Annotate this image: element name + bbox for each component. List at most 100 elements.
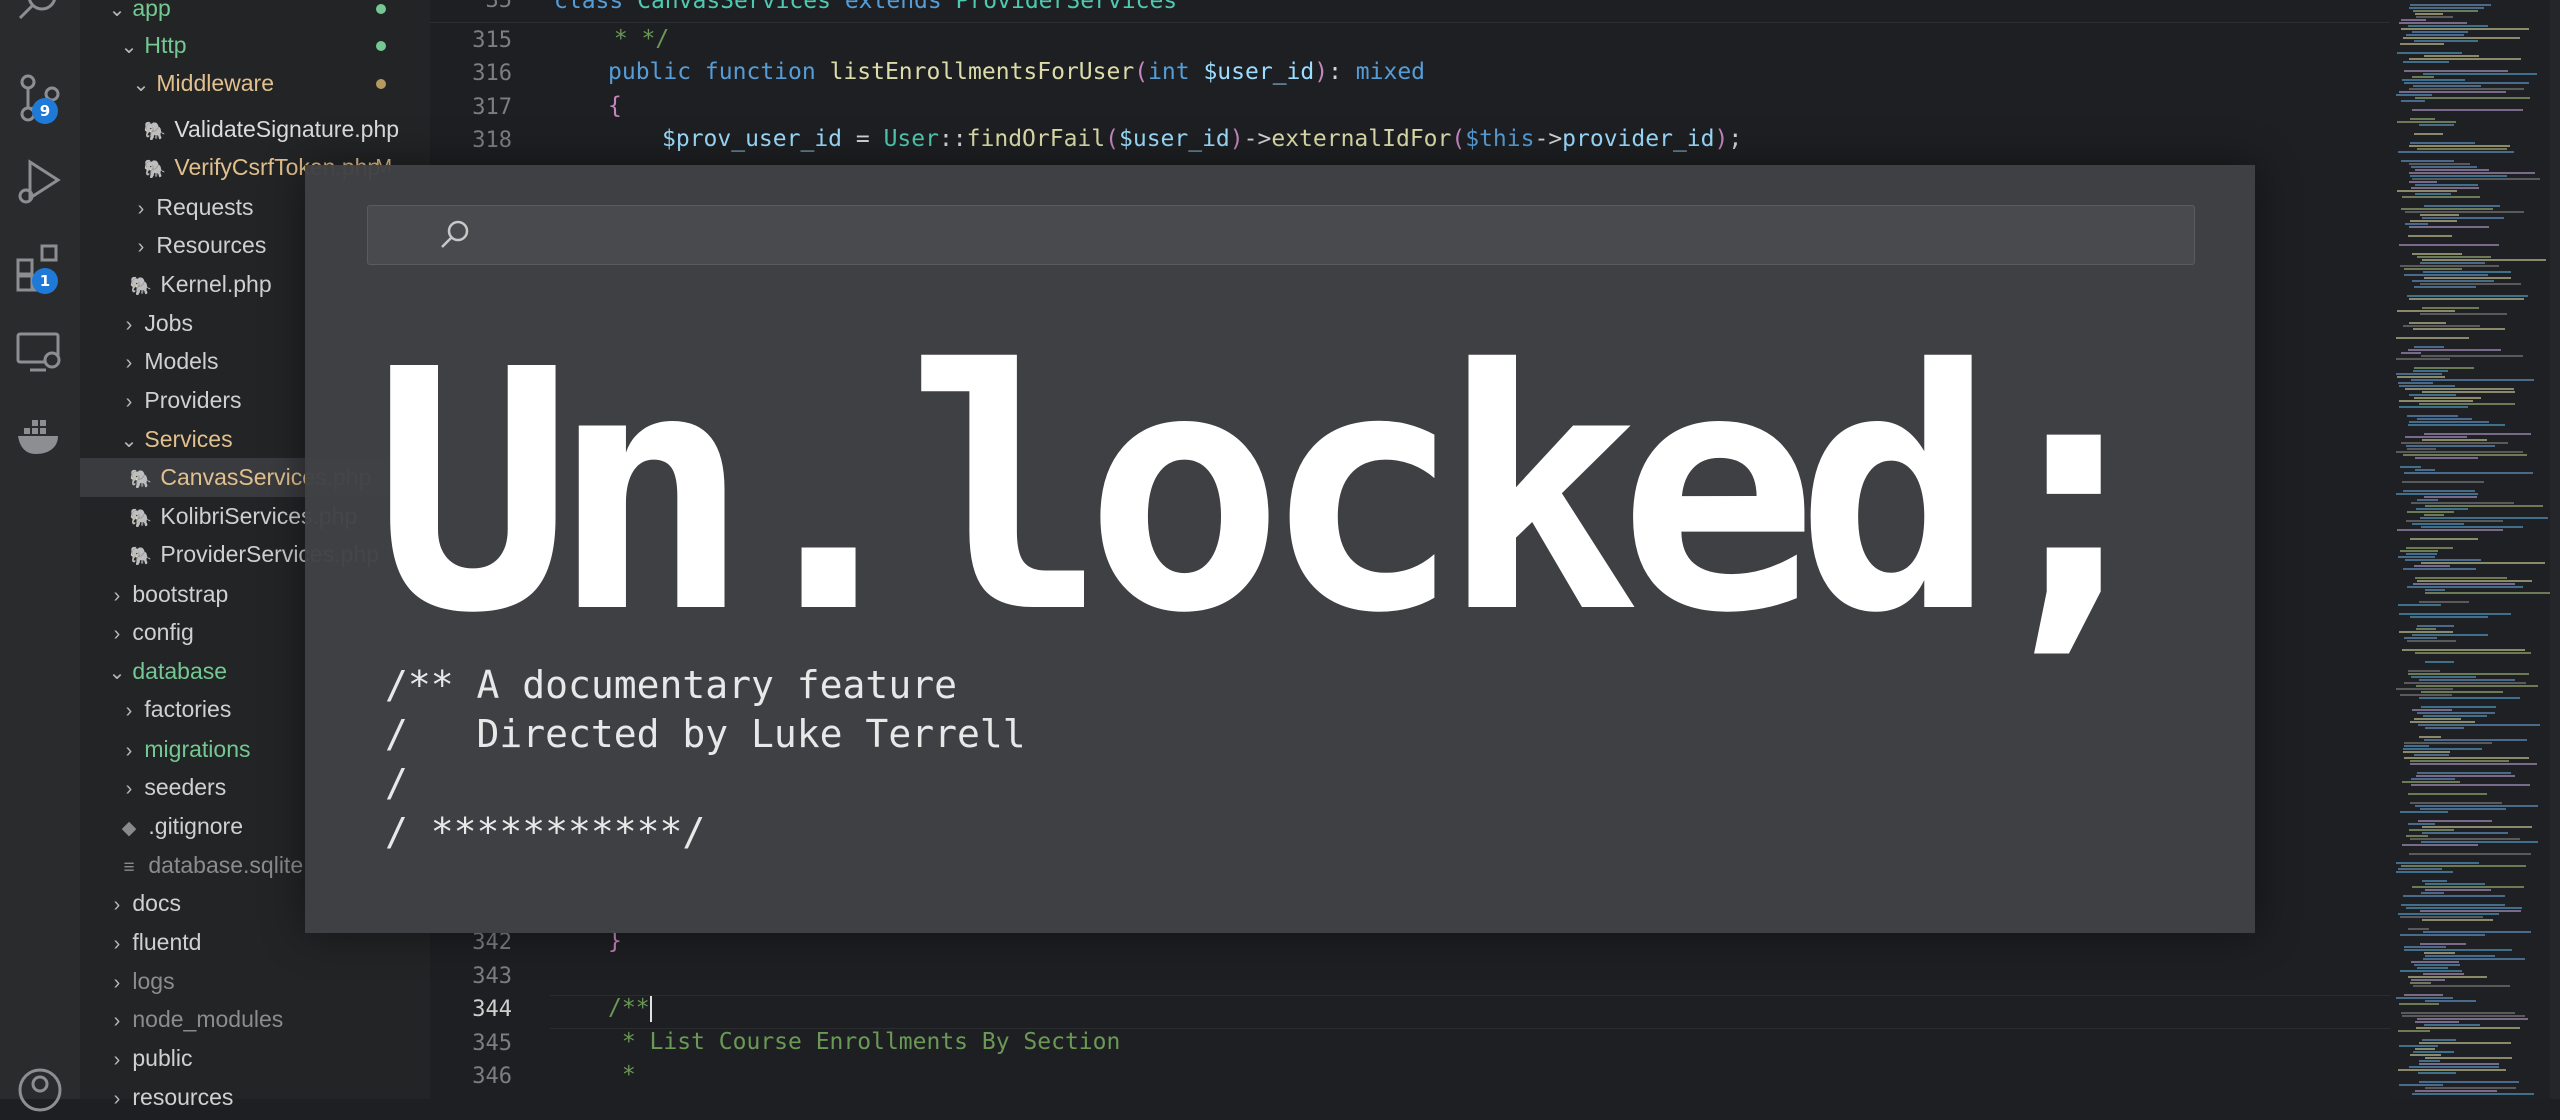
php-file-icon: 🐘	[143, 121, 167, 141]
tree-item[interactable]: › logs	[80, 962, 430, 1001]
minimap-line	[2418, 820, 2492, 822]
minimap-line	[2412, 178, 2540, 180]
minimap-line	[2399, 1003, 2439, 1005]
minimap-line	[2414, 397, 2481, 399]
minimap-line	[2405, 388, 2514, 390]
tree-item[interactable]: ⌄ Http	[80, 26, 430, 65]
minimap-line	[2422, 826, 2532, 828]
minimap-line	[2405, 223, 2428, 225]
minimap-line	[2401, 160, 2454, 162]
search-icon[interactable]	[14, 0, 66, 30]
minimap-line	[2410, 538, 2478, 540]
minimap-line	[2421, 841, 2538, 843]
minimap-line	[2403, 490, 2475, 492]
tree-item[interactable]: 🐘 ValidateSignature.php	[80, 110, 430, 149]
source-control-badge: 9	[32, 98, 58, 124]
minimap-line	[2422, 919, 2493, 921]
minimap-line	[2415, 1021, 2459, 1023]
minimap-line	[2403, 61, 2449, 63]
minimap-line	[2397, 52, 2462, 54]
title-card-overlay: Un.locked; /** A documentary feature / D…	[305, 165, 2255, 933]
minimap-line	[2420, 214, 2459, 216]
docker-icon[interactable]	[14, 410, 66, 462]
search-bar[interactable]	[367, 205, 2195, 266]
minimap-line	[2423, 958, 2525, 960]
minimap-line	[2399, 1084, 2443, 1086]
minimap-line	[2403, 37, 2520, 39]
account-icon[interactable]	[14, 1064, 66, 1116]
minimap-line	[2403, 748, 2482, 750]
minimap-line	[2401, 19, 2426, 21]
minimap-line	[2422, 217, 2504, 219]
tree-item[interactable]: ⌄ app	[80, 0, 430, 28]
minimap-line	[2403, 751, 2450, 753]
minimap-line	[2415, 805, 2538, 807]
sticky-scroll-header[interactable]: 35 class CanvasServices extends Provider…	[430, 0, 2390, 23]
minimap-line	[2401, 1012, 2515, 1014]
code-line: *	[608, 1062, 636, 1088]
minimap-line	[2410, 838, 2520, 840]
minimap-line	[2407, 586, 2523, 588]
minimap-line	[2415, 184, 2478, 186]
minimap-line	[2403, 325, 2480, 327]
minimap-line	[2399, 1045, 2438, 1047]
tree-item[interactable]: › node_modules	[80, 1000, 430, 1039]
minimap-line	[2422, 1039, 2456, 1041]
minimap-line	[2396, 451, 2523, 453]
run-debug-icon[interactable]	[14, 156, 66, 208]
minimap-line	[2417, 148, 2507, 150]
minimap-line	[2413, 985, 2510, 987]
minimap-line	[2402, 781, 2460, 783]
minimap-line	[2414, 718, 2461, 720]
line-number: 316	[472, 61, 512, 86]
minimap-line	[2406, 445, 2495, 447]
remote-explorer-icon[interactable]	[14, 326, 66, 378]
minimap-line	[2423, 973, 2464, 975]
minimap-line	[2415, 1048, 2435, 1050]
tree-item[interactable]: › resources	[80, 1078, 430, 1117]
minimap-line	[2406, 34, 2464, 36]
minimap-line	[2417, 772, 2511, 774]
search-input[interactable]	[488, 206, 2172, 266]
php-file-icon: 🐘	[129, 546, 153, 566]
minimap-line	[2397, 190, 2457, 192]
minimap-line	[2410, 760, 2509, 762]
minimap-line	[2407, 640, 2456, 642]
php-file-icon: 🐘	[129, 276, 153, 296]
editor-scrollbar[interactable]	[2550, 0, 2560, 1099]
line-number: 318	[472, 128, 512, 153]
minimap[interactable]	[2390, 0, 2560, 1099]
minimap-line	[2400, 934, 2485, 936]
minimap-line	[2399, 22, 2467, 24]
minimap-line	[2421, 691, 2503, 693]
minimap-line	[2425, 661, 2454, 663]
minimap-line	[2410, 118, 2435, 120]
minimap-line	[2409, 298, 2524, 300]
minimap-line	[2419, 1042, 2511, 1044]
minimap-line	[2414, 346, 2444, 348]
minimap-line	[2398, 151, 2514, 153]
minimap-line	[2409, 58, 2521, 60]
minimap-line	[2411, 166, 2477, 168]
tree-item[interactable]: › public	[80, 1039, 430, 1078]
minimap-line	[2409, 322, 2446, 324]
minimap-line	[2416, 508, 2468, 510]
tree-item[interactable]: ⌄ Middleware	[80, 64, 430, 103]
line-number: 343	[472, 964, 512, 989]
minimap-line	[2412, 886, 2524, 888]
minimap-line	[2400, 811, 2448, 813]
minimap-line	[2416, 16, 2453, 18]
minimap-line	[2396, 688, 2453, 690]
minimap-line	[2414, 367, 2474, 369]
minimap-line	[2422, 259, 2546, 261]
minimap-line	[2420, 943, 2466, 945]
minimap-line	[2409, 7, 2484, 9]
minimap-line	[2396, 358, 2450, 360]
minimap-line	[2412, 1093, 2534, 1095]
minimap-line	[2398, 382, 2433, 384]
subtitle-line: /	[385, 761, 408, 805]
line-number: 345	[472, 1031, 512, 1056]
minimap-line	[2413, 85, 2481, 87]
minimap-line	[2402, 79, 2465, 81]
minimap-line	[2405, 559, 2481, 561]
